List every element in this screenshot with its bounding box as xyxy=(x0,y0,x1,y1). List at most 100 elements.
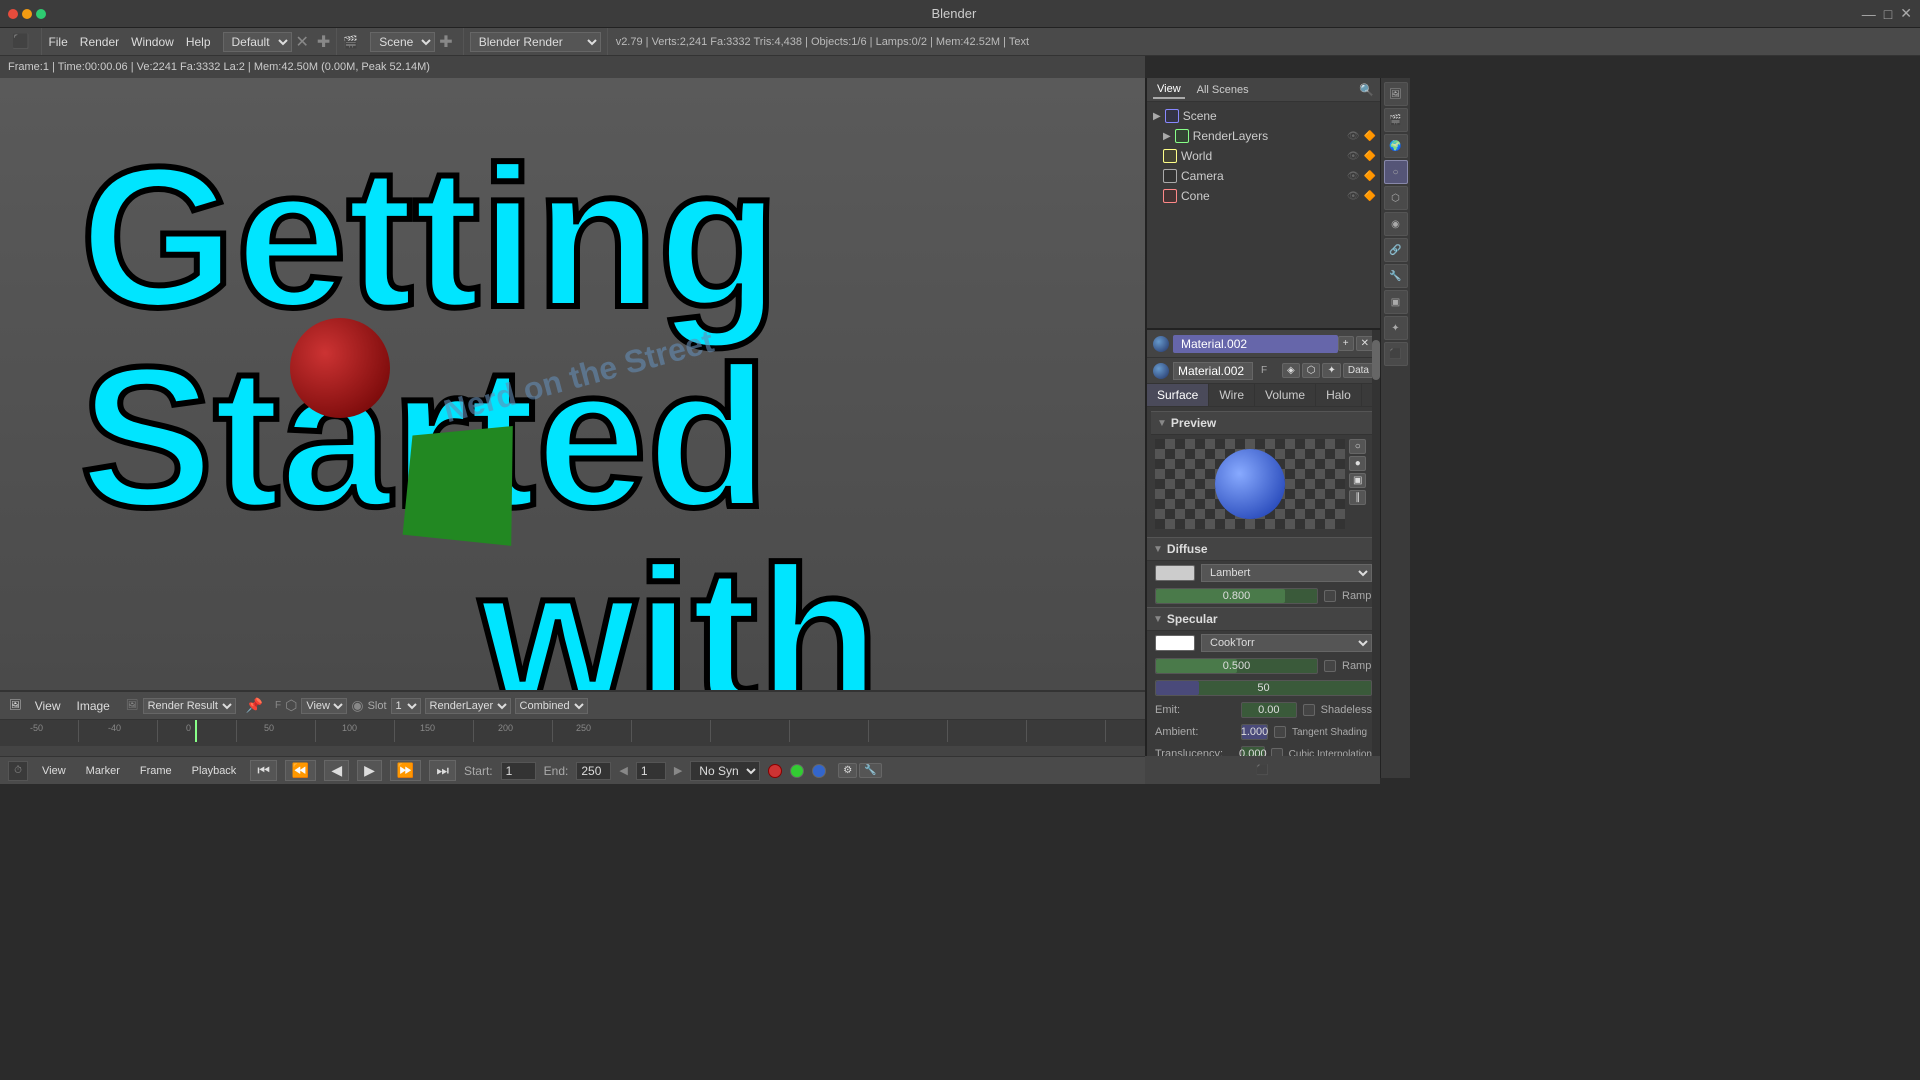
minimize-btn[interactable]: — xyxy=(1862,6,1876,22)
renderlayers-vis-icon[interactable]: 👁 xyxy=(1347,131,1360,142)
halo-tab[interactable]: Halo xyxy=(1316,384,1362,406)
new-material-btn[interactable]: + xyxy=(1338,336,1354,351)
material-name-display[interactable]: Material.002 xyxy=(1173,335,1338,353)
diffuse-header[interactable]: ▼ Diffuse xyxy=(1147,537,1380,561)
prev-frame-btn[interactable]: ⏪ xyxy=(285,760,316,781)
play-btn[interactable]: ▶ xyxy=(357,760,382,781)
marker-menu[interactable]: Marker xyxy=(80,763,126,779)
material-panel-scrollbar[interactable] xyxy=(1372,330,1380,778)
window-menu[interactable]: Window xyxy=(125,33,180,51)
timeline-editor-icon[interactable]: ⏱ xyxy=(8,761,28,781)
preview-sphere-btn[interactable]: ● xyxy=(1349,456,1366,471)
outliner-tab[interactable]: View xyxy=(1153,81,1185,99)
image-editor-type-icon[interactable]: 🖼 xyxy=(6,699,25,712)
cone-render-icon[interactable]: 🔶 xyxy=(1364,191,1376,202)
view-icon[interactable]: ◉ xyxy=(351,697,363,714)
maximize-btn[interactable]: □ xyxy=(1884,6,1892,22)
preview-header[interactable]: ▼ Preview xyxy=(1151,411,1376,435)
help-menu[interactable]: Help xyxy=(180,33,217,51)
file-menu[interactable]: File xyxy=(42,33,73,51)
world-prop-icon[interactable]: 🌍 xyxy=(1384,134,1408,158)
emit-slider[interactable]: 0.00 xyxy=(1241,702,1297,718)
surface-tab[interactable]: Surface xyxy=(1147,384,1209,406)
snapping-btn[interactable]: 🔧 xyxy=(859,763,881,778)
slot-selector[interactable]: 1 xyxy=(391,698,421,714)
jump-end-btn[interactable]: ⏭ xyxy=(429,760,456,781)
renderlayers-render-icon[interactable]: 🔶 xyxy=(1364,131,1376,142)
object-prop-icon[interactable]: ▣ xyxy=(1384,290,1408,314)
hardness-slider[interactable]: 50 xyxy=(1155,680,1372,696)
playhead[interactable] xyxy=(195,720,197,742)
specular-shader-select[interactable]: CookTorr xyxy=(1201,634,1372,652)
specular-ramp-checkbox[interactable] xyxy=(1324,660,1336,672)
editor-type-icon[interactable]: ⬛ xyxy=(6,31,35,52)
diffuse-color-swatch[interactable] xyxy=(1155,565,1195,581)
ambient-slider[interactable]: 1.000 xyxy=(1241,724,1268,740)
play-reverse-btn[interactable]: ◀ xyxy=(324,760,349,781)
render-prop-icon[interactable]: 🖼 xyxy=(1384,82,1408,106)
slot-icons[interactable]: ⬡ xyxy=(285,697,297,714)
render-menu[interactable]: Render xyxy=(74,33,125,51)
diffuse-shader-select[interactable]: Lambert xyxy=(1201,564,1372,582)
modifier-prop-icon[interactable]: 🔧 xyxy=(1384,264,1408,288)
world-render-icon[interactable]: 🔶 xyxy=(1364,151,1376,162)
mat-copy-btn[interactable]: ◈ xyxy=(1282,363,1300,378)
jump-start-btn[interactable]: ⏮ xyxy=(250,760,277,781)
particles-prop-icon[interactable]: ✦ xyxy=(1384,316,1408,340)
mat-user-btn[interactable]: ⬡ xyxy=(1302,363,1321,378)
minimize-dot[interactable] xyxy=(22,9,32,19)
engine-selector[interactable]: Blender Render xyxy=(470,32,601,52)
end-frame-input[interactable] xyxy=(576,762,611,780)
image-editor-view-menu[interactable]: View xyxy=(29,697,67,715)
scrollbar-thumb[interactable] xyxy=(1372,340,1380,380)
preview-hair-btn[interactable]: ∥ xyxy=(1349,490,1366,505)
data-prop-icon[interactable]: ⬡ xyxy=(1384,186,1408,210)
tangent-checkbox[interactable] xyxy=(1274,726,1286,738)
keying-btn[interactable]: ⚙ xyxy=(838,763,857,778)
next-frame-btn[interactable]: ⏩ xyxy=(390,760,421,781)
camera-render-icon[interactable]: 🔶 xyxy=(1364,171,1376,182)
view-anim-menu[interactable]: View xyxy=(36,763,72,779)
view-selector[interactable]: View xyxy=(301,698,347,714)
image-editor-image-menu[interactable]: Image xyxy=(71,697,116,715)
cone-item[interactable]: Cone 👁 🔶 xyxy=(1147,186,1380,206)
preview-cube-btn[interactable]: ▣ xyxy=(1349,473,1366,488)
outliner-search-icon[interactable]: 🔍 xyxy=(1359,83,1374,97)
combined-selector[interactable]: Combined xyxy=(515,698,588,714)
record-btn[interactable] xyxy=(768,764,782,778)
close-btn[interactable]: ✕ xyxy=(1900,5,1912,22)
playback-menu[interactable]: Playback xyxy=(186,763,243,779)
wire-tab[interactable]: Wire xyxy=(1209,384,1255,406)
render-layer-selector[interactable]: RenderLayer xyxy=(425,698,511,714)
specular-color-swatch[interactable] xyxy=(1155,635,1195,651)
data-btn[interactable]: Data xyxy=(1343,363,1374,378)
volume-tab[interactable]: Volume xyxy=(1255,384,1316,406)
physics-prop-icon[interactable]: ◉ xyxy=(1384,212,1408,236)
texture-prop-icon[interactable]: ⬛ xyxy=(1384,342,1408,366)
diffuse-intensity-slider[interactable]: 0.800 xyxy=(1155,588,1318,604)
preview-flat-btn[interactable]: ○ xyxy=(1349,439,1366,454)
material-prop-icon[interactable]: ○ xyxy=(1384,160,1408,184)
frame-menu[interactable]: Frame xyxy=(134,763,178,779)
maximize-dot[interactable] xyxy=(36,9,46,19)
start-frame-input[interactable] xyxy=(501,762,536,780)
diffuse-ramp-checkbox[interactable] xyxy=(1324,590,1336,602)
close-dot[interactable] xyxy=(8,9,18,19)
camera-item[interactable]: Camera 👁 🔶 xyxy=(1147,166,1380,186)
indicator-blue[interactable] xyxy=(812,764,826,778)
world-vis-icon[interactable]: 👁 xyxy=(1347,151,1360,162)
render-result-selector[interactable]: Render Result xyxy=(143,698,236,714)
world-item[interactable]: World 👁 🔶 xyxy=(1147,146,1380,166)
scene-item[interactable]: ▶ Scene xyxy=(1147,106,1380,126)
pin-icon[interactable]: 📌 xyxy=(246,697,263,714)
sync-selector[interactable]: No Sync xyxy=(690,761,760,781)
shadeless-checkbox[interactable] xyxy=(1303,704,1315,716)
specular-intensity-slider[interactable]: 0.500 xyxy=(1155,658,1318,674)
outliner-search-tab[interactable]: All Scenes xyxy=(1193,82,1253,98)
renderlayers-item[interactable]: ▶ RenderLayers 👁 🔶 xyxy=(1147,126,1380,146)
scene-prop-icon[interactable]: 🎬 xyxy=(1384,108,1408,132)
frame-input[interactable] xyxy=(636,762,666,780)
mat-nodes-btn[interactable]: ✦ xyxy=(1322,363,1340,378)
material-name-input[interactable] xyxy=(1173,362,1253,380)
constraints-prop-icon[interactable]: 🔗 xyxy=(1384,238,1408,262)
